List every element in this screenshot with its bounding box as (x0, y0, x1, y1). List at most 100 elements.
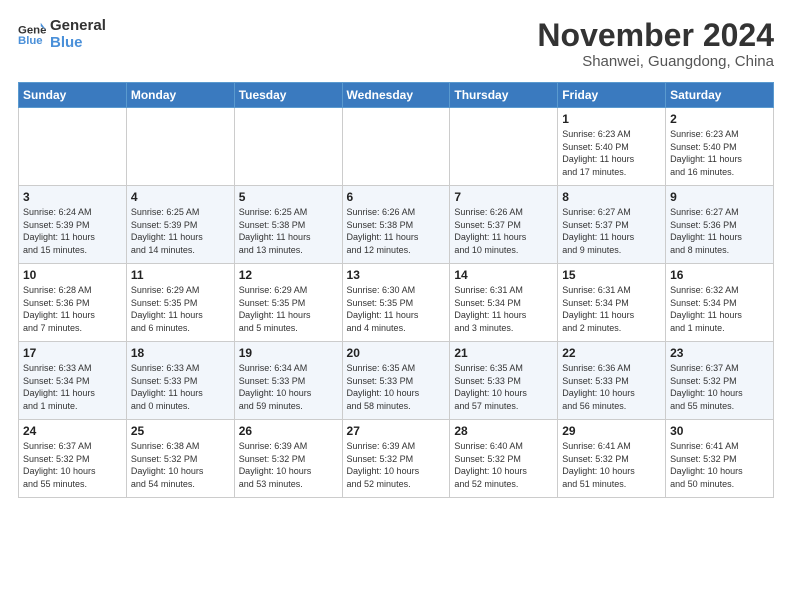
logo-blue: Blue (50, 35, 106, 52)
calendar-cell: 4 Sunrise: 6:25 AM Sunset: 5:39 PM Daylig… (126, 186, 234, 264)
day-info: Sunrise: 6:38 AM Sunset: 5:32 PM Dayligh… (131, 440, 230, 490)
day-number: 24 (23, 424, 122, 438)
page: General Blue General Blue November 2024 … (0, 0, 792, 508)
day-info: Sunrise: 6:25 AM Sunset: 5:39 PM Dayligh… (131, 206, 230, 256)
calendar-cell: 28 Sunrise: 6:40 AM Sunset: 5:32 PM Dayli… (450, 420, 558, 498)
calendar-cell: 14Sunrise: 6:31 AM Sunset: 5:34 PM Dayli… (450, 264, 558, 342)
day-number: 4 (131, 190, 230, 204)
calendar-week-row: 17 Sunrise: 6:33 AM Sunset: 5:34 PM Dayli… (19, 342, 774, 420)
day-info: Sunrise: 6:30 AM Sunset: 5:35 PM Dayligh… (347, 284, 446, 334)
day-number: 30 (670, 424, 769, 438)
calendar-cell: 19 Sunrise: 6:34 AM Sunset: 5:33 PM Dayli… (234, 342, 342, 420)
day-number: 12 (239, 268, 338, 282)
weekday-header: Thursday (450, 83, 558, 108)
day-info: Sunrise: 6:41 AM Sunset: 5:32 PM Dayligh… (670, 440, 769, 490)
day-info: Sunrise: 6:36 AM Sunset: 5:33 PM Dayligh… (562, 362, 661, 412)
day-info: Sunrise: 6:35 AM Sunset: 5:33 PM Dayligh… (454, 362, 553, 412)
calendar-cell: 20 Sunrise: 6:35 AM Sunset: 5:33 PM Dayli… (342, 342, 450, 420)
day-number: 17 (23, 346, 122, 360)
calendar-week-row: 24 Sunrise: 6:37 AM Sunset: 5:32 PM Dayli… (19, 420, 774, 498)
calendar-cell: 7 Sunrise: 6:26 AM Sunset: 5:37 PM Daylig… (450, 186, 558, 264)
calendar-week-row: 1 Sunrise: 6:23 AM Sunset: 5:40 PM Daylig… (19, 108, 774, 186)
calendar-cell: 23 Sunrise: 6:37 AM Sunset: 5:32 PM Dayli… (666, 342, 774, 420)
calendar-cell: 1Sunrise: 6:23 AM Sunset: 5:40 PM Daylig… (558, 108, 666, 186)
weekday-header: Sunday (19, 83, 127, 108)
calendar-cell (19, 108, 127, 186)
day-info: Sunrise: 6:34 AM Sunset: 5:33 PM Dayligh… (239, 362, 338, 412)
day-number: 5 (239, 190, 338, 204)
day-number: 25 (131, 424, 230, 438)
day-info: Sunrise: 6:37 AM Sunset: 5:32 PM Dayligh… (670, 362, 769, 412)
logo-icon: General Blue (18, 21, 46, 49)
day-number: 2 (670, 112, 769, 126)
day-number: 20 (347, 346, 446, 360)
day-info: Sunrise: 6:41 AM Sunset: 5:32 PM Dayligh… (562, 440, 661, 490)
calendar-cell: 6 Sunrise: 6:26 AM Sunset: 5:38 PM Daylig… (342, 186, 450, 264)
day-number: 27 (347, 424, 446, 438)
calendar-cell (126, 108, 234, 186)
calendar-cell: 25 Sunrise: 6:38 AM Sunset: 5:32 PM Dayli… (126, 420, 234, 498)
calendar-cell: 8 Sunrise: 6:27 AM Sunset: 5:37 PM Daylig… (558, 186, 666, 264)
day-info: Sunrise: 6:24 AM Sunset: 5:39 PM Dayligh… (23, 206, 122, 256)
day-number: 23 (670, 346, 769, 360)
day-number: 15 (562, 268, 661, 282)
day-info: Sunrise: 6:39 AM Sunset: 5:32 PM Dayligh… (239, 440, 338, 490)
day-info: Sunrise: 6:35 AM Sunset: 5:33 PM Dayligh… (347, 362, 446, 412)
day-number: 28 (454, 424, 553, 438)
calendar-cell: 27 Sunrise: 6:39 AM Sunset: 5:32 PM Dayli… (342, 420, 450, 498)
calendar-cell: 30 Sunrise: 6:41 AM Sunset: 5:32 PM Dayli… (666, 420, 774, 498)
day-info: Sunrise: 6:31 AM Sunset: 5:34 PM Dayligh… (454, 284, 553, 334)
day-number: 22 (562, 346, 661, 360)
weekday-header: Saturday (666, 83, 774, 108)
calendar-week-row: 3 Sunrise: 6:24 AM Sunset: 5:39 PM Daylig… (19, 186, 774, 264)
calendar-table: SundayMondayTuesdayWednesdayThursdayFrid… (18, 82, 774, 498)
header: General Blue General Blue November 2024 … (18, 18, 774, 70)
day-info: Sunrise: 6:33 AM Sunset: 5:34 PM Dayligh… (23, 362, 122, 412)
day-number: 9 (670, 190, 769, 204)
day-number: 16 (670, 268, 769, 282)
calendar-cell (450, 108, 558, 186)
day-info: Sunrise: 6:40 AM Sunset: 5:32 PM Dayligh… (454, 440, 553, 490)
day-info: Sunrise: 6:29 AM Sunset: 5:35 PM Dayligh… (239, 284, 338, 334)
day-number: 10 (23, 268, 122, 282)
logo-general: General (50, 18, 106, 35)
day-number: 6 (347, 190, 446, 204)
weekday-row: SundayMondayTuesdayWednesdayThursdayFrid… (19, 83, 774, 108)
calendar-cell: 29Sunrise: 6:41 AM Sunset: 5:32 PM Dayli… (558, 420, 666, 498)
day-number: 11 (131, 268, 230, 282)
day-info: Sunrise: 6:26 AM Sunset: 5:37 PM Dayligh… (454, 206, 553, 256)
day-info: Sunrise: 6:25 AM Sunset: 5:38 PM Dayligh… (239, 206, 338, 256)
day-number: 3 (23, 190, 122, 204)
day-number: 8 (562, 190, 661, 204)
day-info: Sunrise: 6:37 AM Sunset: 5:32 PM Dayligh… (23, 440, 122, 490)
svg-text:Blue: Blue (18, 34, 43, 46)
day-info: Sunrise: 6:28 AM Sunset: 5:36 PM Dayligh… (23, 284, 122, 334)
calendar-header: SundayMondayTuesdayWednesdayThursdayFrid… (19, 83, 774, 108)
day-info: Sunrise: 6:23 AM Sunset: 5:40 PM Dayligh… (670, 128, 769, 178)
calendar-cell: 12 Sunrise: 6:29 AM Sunset: 5:35 PM Dayli… (234, 264, 342, 342)
calendar-cell: 3 Sunrise: 6:24 AM Sunset: 5:39 PM Daylig… (19, 186, 127, 264)
day-info: Sunrise: 6:31 AM Sunset: 5:34 PM Dayligh… (562, 284, 661, 334)
day-info: Sunrise: 6:27 AM Sunset: 5:36 PM Dayligh… (670, 206, 769, 256)
day-number: 18 (131, 346, 230, 360)
calendar-cell (342, 108, 450, 186)
day-info: Sunrise: 6:26 AM Sunset: 5:38 PM Dayligh… (347, 206, 446, 256)
calendar-cell: 5 Sunrise: 6:25 AM Sunset: 5:38 PM Daylig… (234, 186, 342, 264)
day-info: Sunrise: 6:27 AM Sunset: 5:37 PM Dayligh… (562, 206, 661, 256)
weekday-header: Monday (126, 83, 234, 108)
weekday-header: Friday (558, 83, 666, 108)
calendar-cell: 15 Sunrise: 6:31 AM Sunset: 5:34 PM Dayli… (558, 264, 666, 342)
calendar-cell: 26 Sunrise: 6:39 AM Sunset: 5:32 PM Dayli… (234, 420, 342, 498)
day-info: Sunrise: 6:39 AM Sunset: 5:32 PM Dayligh… (347, 440, 446, 490)
calendar-cell: 11Sunrise: 6:29 AM Sunset: 5:35 PM Dayli… (126, 264, 234, 342)
weekday-header: Wednesday (342, 83, 450, 108)
day-number: 26 (239, 424, 338, 438)
day-number: 19 (239, 346, 338, 360)
calendar-body: 1 Sunrise: 6:23 AM Sunset: 5:40 PM Daylig… (19, 108, 774, 498)
day-number: 1 (562, 112, 661, 126)
calendar-week-row: 10 Sunrise: 6:28 AM Sunset: 5:36 PM Dayli… (19, 264, 774, 342)
day-number: 7 (454, 190, 553, 204)
calendar-cell (234, 108, 342, 186)
calendar-cell: 16Sunrise: 6:32 AM Sunset: 5:34 PM Dayli… (666, 264, 774, 342)
logo: General Blue General Blue (18, 18, 106, 51)
